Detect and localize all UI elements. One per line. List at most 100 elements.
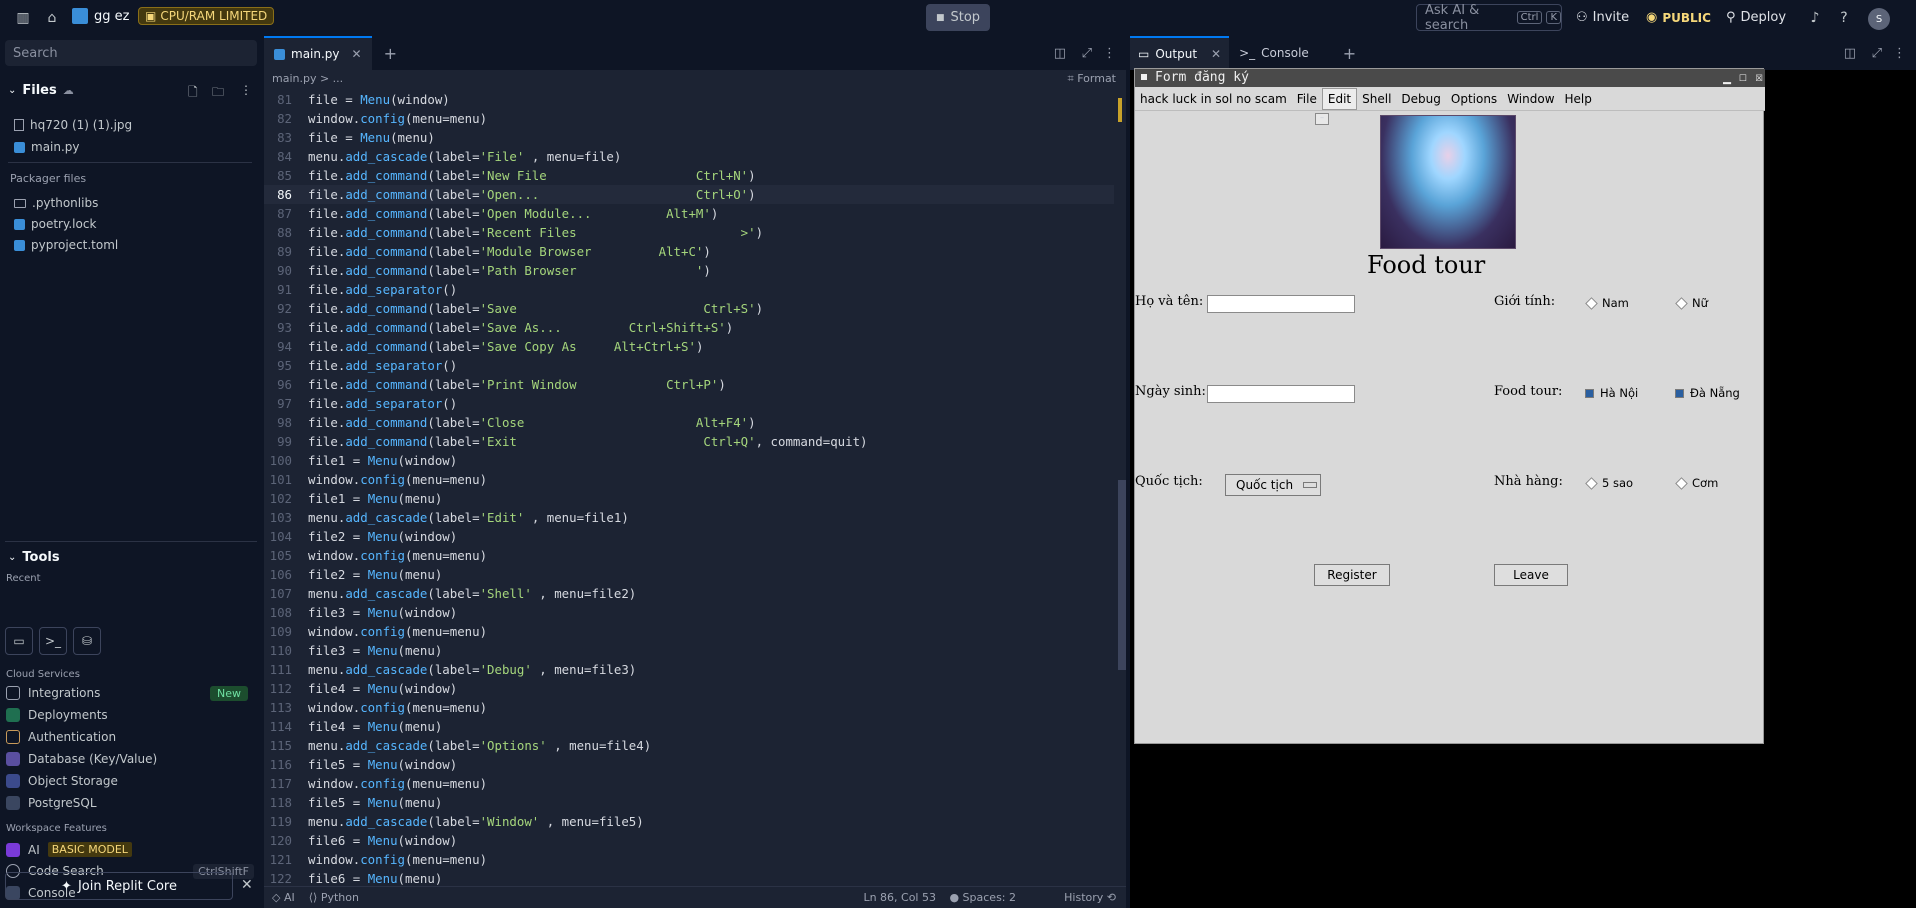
tab-console[interactable]: >_ Console [1229,46,1319,60]
menu-item-hack[interactable]: hack luck in sol no scam [1135,89,1292,109]
code-line[interactable]: 100 file1 = Menu(window) [264,451,1114,470]
code-line[interactable]: 104 file2 = Menu(window) [264,527,1114,546]
code-line[interactable]: 103 menu.add_cascade(label='Edit' , menu=… [264,508,1114,527]
code-line[interactable]: 98 file.add_command(label='Close Alt+F4') [264,413,1114,432]
tab-main-py[interactable]: main.py ✕ [264,36,372,70]
code-line[interactable]: 95 file.add_separator() [264,356,1114,375]
restaurant-radio-5sao[interactable]: 5 sao [1585,476,1633,490]
help-icon[interactable]: ? [1833,7,1855,29]
bell-icon[interactable]: ♪ [1804,7,1826,29]
cursor-position[interactable]: Ln 86, Col 53 [863,891,936,904]
code-line[interactable]: 86 file.add_command(label='Open... Ctrl+O… [264,185,1114,204]
tearoff-icon[interactable]: – [1315,113,1329,125]
ask-ai-search-input[interactable]: Ask AI & search Ctrl K [1416,3,1562,33]
tour-checkbox-hanoi[interactable]: Hà Nội [1585,386,1638,400]
more-options-icon[interactable]: ⋮ [1893,46,1906,61]
file-item[interactable]: main.py [14,140,80,154]
history-button[interactable]: History ⟲ [1064,891,1116,904]
cpu-ram-limited-badge[interactable]: ▣ CPU/RAM LIMITED [138,7,275,25]
sidebar-toggle-icon[interactable]: ▥ [12,7,34,29]
restaurant-radio-com[interactable]: Cơm [1675,476,1718,490]
code-line[interactable]: 88 file.add_command(label='Recent Files >… [264,223,1114,242]
repl-name[interactable]: gg ez [72,8,129,24]
scrollbar-thumb[interactable] [1118,480,1126,670]
code-line[interactable]: 94 file.add_command(label='Save Copy As A… [264,337,1114,356]
close-tab-icon[interactable]: ✕ [1211,47,1221,61]
deploy-button[interactable]: ⚲ Deploy [1726,4,1786,31]
menu-item-edit[interactable]: Edit [1321,87,1358,110]
code-line[interactable]: 113 window.config(menu=menu) [264,698,1114,717]
more-options-icon[interactable]: ⋮ [240,83,252,97]
code-line[interactable]: 89 file.add_command(label='Module Browser… [264,242,1114,261]
home-icon[interactable]: ⌂ [41,7,63,29]
new-folder-icon[interactable]: 🗀 [212,83,224,104]
code-line[interactable]: 110 file3 = Menu(menu) [264,641,1114,660]
search-input[interactable]: Search [5,40,257,66]
code-line[interactable]: 115 menu.add_cascade(label='Options' , me… [264,736,1114,755]
leave-button[interactable]: Leave [1494,564,1568,586]
code-line[interactable]: 82 window.config(menu=menu) [264,109,1114,128]
code-line[interactable]: 97 file.add_separator() [264,394,1114,413]
code-line[interactable]: 112 file4 = Menu(window) [264,679,1114,698]
gender-radio-nam[interactable]: Nam [1585,296,1629,310]
minimize-icon[interactable]: ▁ [1723,69,1731,87]
code-line[interactable]: 121 window.config(menu=menu) [264,850,1114,869]
menu-item-options[interactable]: Options [1446,89,1502,109]
minimap-scrollbar[interactable] [1116,90,1126,906]
ai-status[interactable]: ◇ AI [272,891,295,904]
format-button[interactable]: ⌗ Format [1068,72,1116,86]
nationality-select[interactable]: Quốc tịch [1225,474,1321,496]
file-item[interactable]: poetry.lock [14,217,96,231]
code-line[interactable]: 101 window.config(menu=menu) [264,470,1114,489]
folder-item[interactable]: .pythonlibs [14,196,98,210]
language-status[interactable]: ⟨⟩ Python [309,891,359,904]
shell-icon[interactable]: >_ [39,627,67,655]
menu-item-file[interactable]: File [1292,89,1322,109]
code-line[interactable]: 111 menu.add_cascade(label='Debug' , menu… [264,660,1114,679]
tour-checkbox-danang[interactable]: Đà Nẵng [1675,386,1740,400]
tool-postgresql[interactable]: PostgreSQL [6,796,97,810]
code-line[interactable]: 87 file.add_command(label='Open Module...… [264,204,1114,223]
add-tab-icon[interactable]: + [1343,44,1356,63]
code-line[interactable]: 116 file5 = Menu(window) [264,755,1114,774]
code-line[interactable]: 83 file = Menu(menu) [264,128,1114,147]
code-line[interactable]: 102 file1 = Menu(menu) [264,489,1114,508]
code-line[interactable]: 118 file5 = Menu(menu) [264,793,1114,812]
code-area[interactable]: 81 file = Menu(window) 82 window.config(men… [264,90,1114,906]
file-item[interactable]: pyproject.toml [14,238,118,252]
code-line[interactable]: 96 file.add_command(label='Print Window C… [264,375,1114,394]
tool-object-storage[interactable]: Object Storage [6,774,118,788]
code-line[interactable]: 119 menu.add_cascade(label='Window' , men… [264,812,1114,831]
code-line[interactable]: 91 file.add_separator() [264,280,1114,299]
code-line[interactable]: 85 file.add_command(label='New File Ctrl+… [264,166,1114,185]
split-pane-icon[interactable]: ◫ [1054,46,1066,61]
new-file-icon[interactable]: 🗋 [188,83,198,104]
avatar[interactable]: S [1868,8,1890,30]
code-line[interactable]: 108 file3 = Menu(window) [264,603,1114,622]
add-tab-icon[interactable]: + [384,44,397,63]
code-line[interactable]: 120 file6 = Menu(window) [264,831,1114,850]
stop-button[interactable]: ■ Stop [926,4,990,31]
invite-button[interactable]: ⚇ Invite [1576,4,1629,31]
maximize-icon[interactable]: ⤢ [1082,46,1092,61]
close-icon[interactable]: ☒ [1755,69,1763,87]
menu-item-window[interactable]: Window [1502,89,1559,109]
window-title-bar[interactable]: Form đăng ký ▁ ☐ ☒ [1135,69,1765,87]
database-icon[interactable]: ⛁ [73,627,101,655]
close-tab-icon[interactable]: ✕ [352,47,362,61]
menu-item-help[interactable]: Help [1560,89,1597,109]
code-line[interactable]: 81 file = Menu(window) [264,90,1114,109]
dob-field[interactable] [1207,385,1355,403]
gender-radio-nu[interactable]: Nữ [1675,296,1708,310]
webview-icon[interactable]: ▭ [5,627,33,655]
maximize-icon[interactable]: ⤢ [1872,46,1882,61]
tool-integrations[interactable]: Integrations New [6,685,256,701]
close-icon[interactable]: ✕ [241,877,253,893]
code-line[interactable]: 93 file.add_command(label='Save As... Ctr… [264,318,1114,337]
tools-header[interactable]: ⌄ Tools [8,550,60,565]
spaces-status[interactable]: ● Spaces: 2 [949,891,1016,904]
menu-item-shell[interactable]: Shell [1357,89,1396,109]
tool-ai[interactable]: AI BASIC MODEL [6,842,132,857]
code-line[interactable]: 106 file2 = Menu(menu) [264,565,1114,584]
tab-output[interactable]: ▭ Output ✕ [1130,36,1230,70]
